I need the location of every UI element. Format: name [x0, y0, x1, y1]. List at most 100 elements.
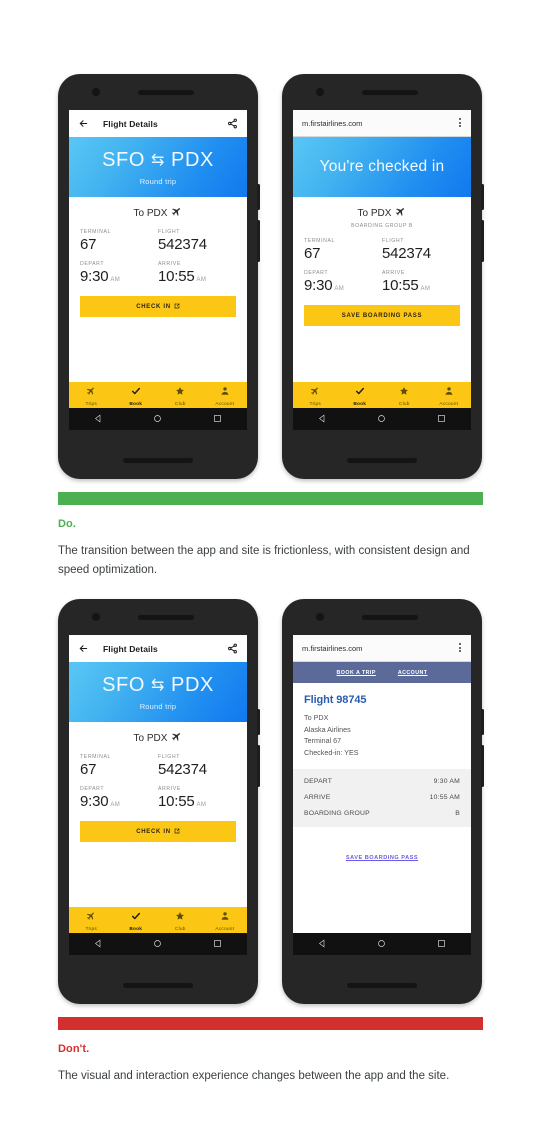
check-in-button[interactable]: CHECK IN [80, 296, 236, 317]
kebab-menu-icon[interactable] [459, 643, 461, 653]
bottom-tab-bar: Trips Book Club Account [69, 907, 247, 933]
back-nav-icon[interactable] [94, 410, 103, 428]
checked-in-title: You're checked in [319, 158, 445, 175]
field-value: 9:30 AM [80, 793, 158, 810]
recents-nav-icon[interactable] [213, 935, 222, 953]
check-in-button[interactable]: CHECK IN [80, 821, 236, 842]
field-value: 10:55 AM [158, 268, 236, 285]
tab-book[interactable]: Book [338, 382, 383, 408]
tab-club[interactable]: Club [158, 907, 203, 933]
destination-heading: To PDX [304, 206, 460, 220]
route-display: SFO ⇆ PDX [102, 674, 214, 697]
tab-book[interactable]: Book [114, 907, 159, 933]
field-terminal: TERMINAL 67 [80, 229, 158, 253]
browser-omnibox[interactable]: m.firstairlines.com [293, 110, 471, 137]
kebab-menu-icon[interactable] [459, 118, 461, 128]
do-description: The transition between the app and site … [58, 545, 470, 576]
save-boarding-pass-link[interactable]: SAVE BOARDING PASS [346, 855, 418, 861]
field-label: TERMINAL [304, 238, 336, 244]
tab-club[interactable]: Club [382, 382, 427, 408]
field-value: 67 [80, 761, 97, 778]
tab-book[interactable]: Book [114, 382, 159, 408]
destination-text: To PDX [133, 732, 168, 744]
tab-trips[interactable]: Trips [69, 907, 114, 933]
person-icon [220, 908, 230, 926]
tab-trips[interactable]: Trips [69, 382, 114, 408]
power-button[interactable] [257, 709, 260, 735]
tab-label: Club [398, 402, 410, 407]
row-label: DEPART [304, 777, 333, 785]
detail-checked-in: Checked-in: YES [304, 747, 359, 757]
legacy-site-nav: BOOK A TRIP ACCOUNT [293, 662, 471, 683]
bottom-tab-bar: Trips Book Club Account [69, 382, 247, 408]
field-depart: DEPART 9:30 AM [80, 261, 158, 285]
phone-chin-bar [123, 983, 193, 988]
flight-hero: SFO ⇆ PDX Round trip [69, 137, 247, 197]
recents-nav-icon[interactable] [437, 935, 446, 953]
tab-label: Book [129, 927, 143, 932]
volume-button[interactable] [257, 220, 260, 262]
boarding-group-label: BOARDING GROUP B [351, 223, 413, 229]
field-value: 9:30 AM [80, 268, 158, 285]
do-annotation: Do. The transition between the app and s… [58, 518, 498, 580]
airplane-icon [86, 908, 96, 926]
tab-label: Book [353, 402, 367, 407]
home-nav-icon[interactable] [153, 410, 162, 428]
home-nav-icon[interactable] [377, 935, 386, 953]
volume-button[interactable] [257, 745, 260, 787]
phone-chin-bar [347, 983, 417, 988]
tab-account[interactable]: Account [427, 382, 472, 408]
field-value: 542374 [158, 236, 207, 253]
detail-airline: Alaska Airlines [304, 724, 351, 734]
tab-label: Trips [85, 402, 97, 407]
power-button[interactable] [257, 184, 260, 210]
origin-code: SFO [102, 673, 145, 696]
table-row: BOARDING GROUP B [304, 805, 460, 821]
back-nav-icon[interactable] [318, 935, 327, 953]
time-value: 9:30 [80, 793, 109, 810]
phone-chin-bar [347, 458, 417, 463]
back-nav-icon[interactable] [318, 410, 327, 428]
share-icon[interactable] [227, 643, 238, 654]
volume-button[interactable] [481, 220, 484, 262]
recents-nav-icon[interactable] [437, 410, 446, 428]
volume-button[interactable] [481, 745, 484, 787]
tab-account[interactable]: Account [203, 382, 248, 408]
back-nav-icon[interactable] [94, 935, 103, 953]
do-rule [58, 492, 483, 505]
browser-omnibox[interactable]: m.firstairlines.com [293, 635, 471, 662]
android-nav-bar [293, 408, 471, 430]
nav-book-a-trip[interactable]: BOOK A TRIP [337, 670, 376, 676]
power-button[interactable] [481, 709, 484, 735]
arrow-left-icon[interactable] [78, 643, 89, 654]
home-nav-icon[interactable] [377, 410, 386, 428]
origin-code: SFO [102, 148, 145, 171]
row-value: B [455, 809, 460, 817]
tab-club[interactable]: Club [158, 382, 203, 408]
boarding-card: To PDX BOARDING GROUP B TERMINAL 67 FLIG… [293, 197, 471, 326]
field-row-1: TERMINAL 67 FLIGHT 542374 [304, 238, 460, 262]
field-label: ARRIVE [158, 261, 181, 267]
field-label: DEPART [304, 270, 329, 276]
app-screen-2: Flight Details SFO ⇆ PDX Round trip To P… [69, 635, 247, 955]
flight-details-list: To PDX Alaska Airlines Terminal 67 Check… [304, 712, 460, 758]
field-value: 542374 [158, 761, 207, 778]
phone-app-good: Flight Details SFO ⇆ PDX Round trip To P… [58, 74, 260, 479]
tab-label: Account [439, 402, 459, 407]
tab-trips[interactable]: Trips [293, 382, 338, 408]
field-depart: DEPART 9:30 AM [304, 270, 382, 294]
nav-account[interactable]: ACCOUNT [398, 670, 428, 676]
arrow-left-icon[interactable] [78, 118, 89, 129]
field-flight: FLIGHT 542374 [382, 238, 460, 262]
recents-nav-icon[interactable] [213, 410, 222, 428]
camera-icon [316, 88, 324, 96]
share-icon[interactable] [227, 118, 238, 129]
legacy-detail-table: DEPART 9:30 AM ARRIVE 10:55 AM BOARDING … [293, 769, 471, 827]
tab-account[interactable]: Account [203, 907, 248, 933]
destination-text: To PDX [133, 207, 168, 219]
time-meridiem: AM [110, 277, 121, 283]
external-link-icon [174, 303, 180, 311]
power-button[interactable] [481, 184, 484, 210]
save-boarding-pass-button[interactable]: SAVE BOARDING PASS [304, 305, 460, 326]
home-nav-icon[interactable] [153, 935, 162, 953]
